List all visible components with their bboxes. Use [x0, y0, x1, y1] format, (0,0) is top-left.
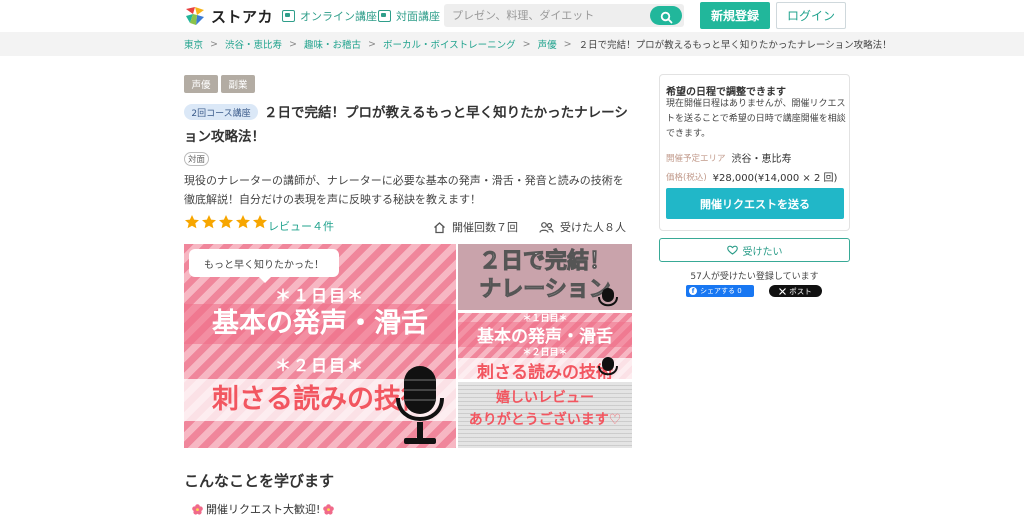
thumb3-line2: ありがとうございます♡	[468, 412, 622, 428]
monitor-icon	[282, 10, 295, 22]
gallery-banner: もっと早く知りたかった！	[189, 249, 339, 283]
breadcrumb: 東京 > 渋谷・恵比寿 > 趣味・お稽古 > ボーカル・ボイストレーニング > …	[0, 32, 1024, 56]
search-input[interactable]	[444, 4, 640, 27]
schedule-card: 希望の日程で調整できます 現在開催日程はありませんが、開催リクエストを送ることで…	[659, 74, 850, 231]
promo-text: 開催リクエスト大歓迎!	[206, 503, 321, 515]
logo-mark-icon	[184, 5, 206, 27]
breadcrumb-item[interactable]: 東京	[184, 37, 203, 51]
facebook-share-button[interactable]: f シェアする 0	[686, 285, 754, 297]
flower-icon	[192, 503, 203, 515]
gallery-thumb[interactable]: ＊１日目＊ 基本の発声・滑舌 ＊２日目＊ 刺さる読みの技術	[458, 313, 632, 379]
home-icon	[434, 221, 445, 233]
signup-button[interactable]: 新規登録	[700, 2, 770, 29]
breadcrumb-separator: >	[210, 38, 218, 50]
breadcrumb-item[interactable]: 声優	[538, 37, 557, 51]
search-bar	[444, 4, 684, 27]
star-icon	[219, 215, 233, 229]
microphone-icon	[598, 288, 618, 307]
gallery-line1: 基本の発声・滑舌	[184, 304, 456, 344]
breadcrumb-separator: >	[563, 38, 572, 50]
login-button[interactable]: ログイン	[776, 2, 846, 29]
want-label: 受けたい	[742, 246, 783, 258]
price-row: 価格(税込) ¥28,000(¥14,000 × 2 回)	[666, 169, 838, 185]
thumb2-line1: 基本の発声・滑舌	[458, 322, 632, 347]
gallery-day1: ＊１日目＊	[274, 286, 365, 305]
learn-heading: こんなことを学びます	[184, 472, 335, 490]
held-count: 開催回数７回	[433, 219, 518, 235]
breadcrumb-separator: >	[522, 38, 531, 50]
logo-text: ストアカ	[211, 7, 274, 26]
want-to-take-button[interactable]: 受けたい	[659, 238, 850, 262]
microphone-icon	[598, 357, 618, 376]
microphone-icon	[396, 366, 444, 444]
breadcrumb-separator: >	[367, 38, 376, 50]
search-icon	[660, 11, 672, 23]
heart-icon	[726, 245, 738, 255]
price-value: ¥28,000(¥14,000 × 2 回)	[712, 173, 838, 184]
request-promo: 開催リクエスト大歓迎!	[192, 501, 335, 515]
breadcrumb-item[interactable]: ボーカル・ボイストレーニング	[383, 37, 516, 51]
x-post-label: ポスト	[789, 286, 812, 296]
nav-online-courses[interactable]: オンライン講座	[282, 8, 377, 24]
tag-side-job[interactable]: 副業	[221, 75, 255, 93]
gallery-thumb[interactable]: ２日で完結！ ナレーション	[458, 244, 632, 310]
gallery-main-image[interactable]: もっと早く知りたかった！ ＊１日目＊ 基本の発声・滑舌 ＊２日目＊ 刺さる読みの…	[184, 244, 456, 448]
thumb1-line1: ２日で完結！	[478, 249, 611, 275]
course-type-badge: 2回コース講座	[184, 104, 258, 120]
users-icon	[539, 221, 554, 233]
gallery-thumb[interactable]: 嬉しいレビュー ありがとうございます♡	[458, 382, 632, 448]
rating-stars	[184, 214, 268, 230]
breadcrumb-current: ２日で完結！プロが教えるもっと早く知りたかったナレーション攻略法！	[578, 40, 892, 51]
classroom-icon	[378, 10, 391, 22]
nav-in-person-courses[interactable]: 対面講座	[378, 8, 440, 24]
star-icon	[185, 215, 199, 229]
breadcrumb-separator: >	[289, 38, 297, 50]
facebook-share-label: シェアする 0	[700, 287, 742, 295]
format-badge: 対面	[184, 152, 209, 166]
flower-icon	[323, 503, 335, 515]
nav-in-person-label: 対面講座	[396, 10, 440, 23]
facebook-icon: f	[689, 287, 697, 295]
reviews-link[interactable]: レビュー４件	[268, 218, 334, 234]
breadcrumb-item[interactable]: 趣味・お稽古	[304, 37, 361, 51]
site-header: ストアカ オンライン講座 対面講座 新規登録 ログイン	[0, 0, 1024, 32]
area-label: 開催予定エリア	[666, 153, 726, 164]
course-description: 現役のナレーターの講師が、ナレーターに必要な基本の発声・滑舌・発音と読みの技術を…	[184, 174, 624, 206]
x-logo-icon	[779, 287, 787, 295]
star-icon	[236, 215, 250, 229]
attendee-count-label: 受けた人８人	[560, 221, 626, 234]
breadcrumb-item[interactable]: 渋谷・恵比寿	[225, 37, 282, 51]
price-label: 価格(税込)	[666, 172, 707, 183]
logo[interactable]: ストアカ	[184, 5, 273, 27]
thumb3-line1: 嬉しいレビュー	[496, 390, 594, 406]
search-button[interactable]	[650, 6, 682, 25]
area-row: 開催予定エリア 渋谷・恵比寿	[666, 150, 792, 166]
schedule-heading: 希望の日程で調整できます	[666, 87, 786, 98]
schedule-text: 現在開催日程はありませんが、開催リクエストを送ることで希望の日時で講座開催を相談…	[666, 99, 846, 139]
star-icon	[253, 215, 267, 229]
star-icon	[202, 215, 216, 229]
send-request-button[interactable]: 開催リクエストを送る	[666, 188, 844, 219]
area-value: 渋谷・恵比寿	[731, 154, 792, 165]
nav-online-label: オンライン講座	[300, 10, 377, 23]
held-count-label: 開催回数７回	[452, 221, 518, 234]
attendee-count: 受けた人８人	[539, 219, 626, 235]
want-count: 57人が受けたい登録しています	[690, 272, 819, 282]
tag-voice-actor[interactable]: 声優	[184, 75, 218, 93]
x-post-button[interactable]: ポスト	[769, 285, 822, 297]
